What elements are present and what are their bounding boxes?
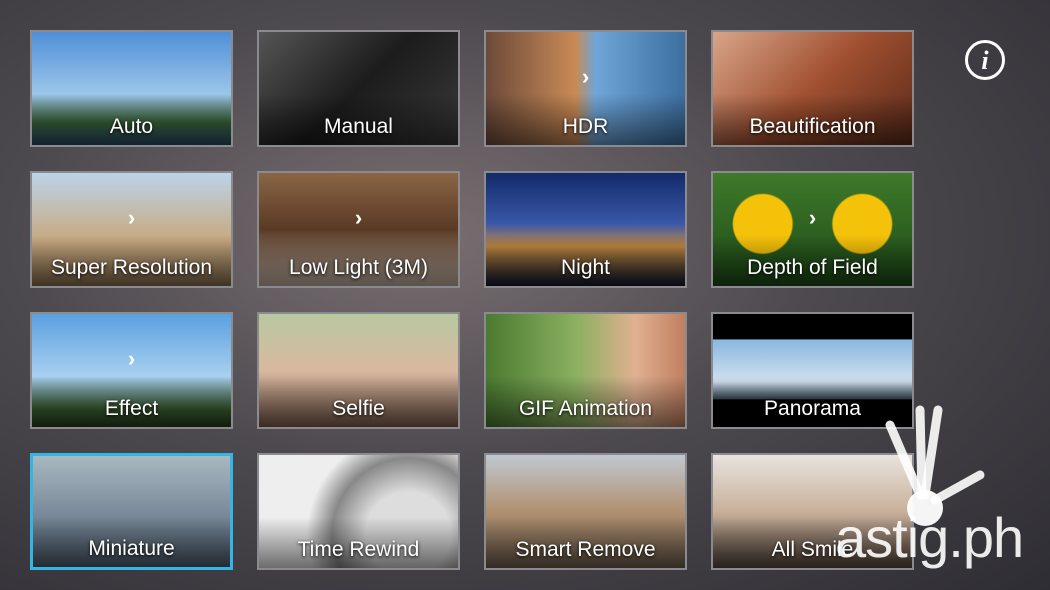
mode-label: HDR: [562, 115, 609, 138]
mode-tile-selfie[interactable]: Selfie: [257, 312, 460, 429]
camera-mode-grid: Auto Manual › HDR Beautification › Super Resol…: [30, 30, 914, 570]
mode-label: Depth of Field: [747, 256, 878, 279]
mode-tile-smart-remove[interactable]: Smart Remove: [484, 453, 687, 570]
mode-tile-time-rewind[interactable]: Time Rewind: [257, 453, 460, 570]
info-icon[interactable]: i: [965, 40, 1005, 80]
mode-tile-night[interactable]: Night: [484, 171, 687, 288]
mode-tile-effect[interactable]: › Effect: [30, 312, 233, 429]
mode-tile-depth-of-field[interactable]: › Depth of Field: [711, 171, 914, 288]
chevron-right-icon: ›: [354, 205, 363, 231]
mode-label: Beautification: [749, 115, 876, 138]
mode-label: Manual: [324, 115, 393, 138]
mode-label: Low Light (3M): [289, 256, 428, 279]
mode-label: GIF Animation: [518, 397, 653, 420]
mode-label: Auto: [109, 115, 154, 138]
mode-label: Night: [560, 256, 611, 279]
mode-label: Time Rewind: [297, 538, 420, 561]
mode-tile-auto[interactable]: Auto: [30, 30, 233, 147]
chevron-right-icon: ›: [581, 64, 590, 90]
mode-tile-gif-animation[interactable]: GIF Animation: [484, 312, 687, 429]
chevron-right-icon: ›: [127, 346, 136, 372]
mode-tile-manual[interactable]: Manual: [257, 30, 460, 147]
mode-tile-super-resolution[interactable]: › Super Resolution: [30, 171, 233, 288]
mode-tile-low-light-3m[interactable]: › Low Light (3M): [257, 171, 460, 288]
mode-label: Miniature: [88, 537, 175, 560]
mode-tile-hdr[interactable]: › HDR: [484, 30, 687, 147]
mode-label: Effect: [104, 397, 159, 420]
chevron-right-icon: ›: [808, 205, 817, 231]
mode-tile-miniature[interactable]: Miniature: [30, 453, 233, 570]
mode-label: Selfie: [332, 397, 385, 420]
chevron-right-icon: ›: [127, 205, 136, 231]
mode-label: Super Resolution: [50, 256, 213, 279]
mode-label: Smart Remove: [515, 538, 656, 561]
watermark: astig.ph: [835, 506, 1024, 569]
mode-tile-beautification[interactable]: Beautification: [711, 30, 914, 147]
